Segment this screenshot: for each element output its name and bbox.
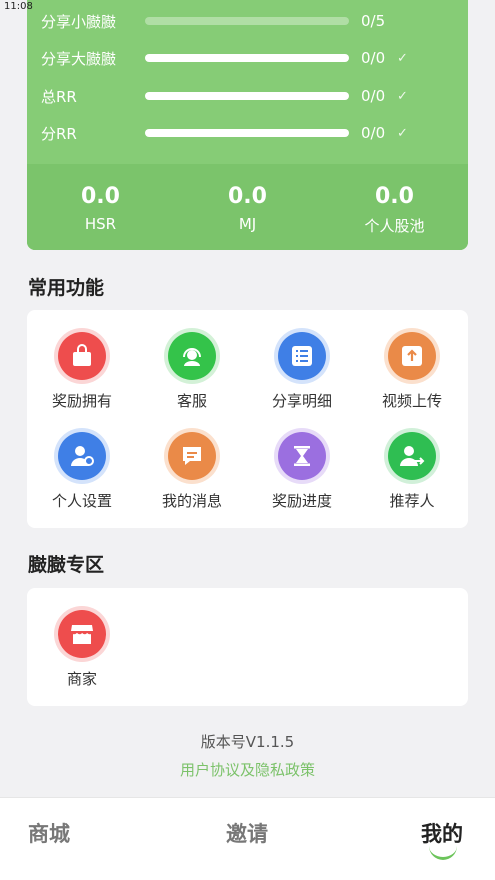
common-functions-title: 常用功能 [28,277,105,299]
stat-stock-pool[interactable]: 0.0 个人股池 [321,164,468,250]
user-settings-icon [58,432,106,480]
progress-value: 0/0 [361,124,386,142]
zone-item-merchant[interactable]: 商家 [27,610,137,689]
shop-icon [58,610,106,658]
bag-icon [58,332,106,380]
function-reward-owned[interactable]: 奖励拥有 [27,332,137,411]
progress-bar [145,17,349,25]
zone-title: 臌臌专区 [28,554,105,576]
referrer-icon [388,432,436,480]
progress-row: 分享大臌臌 0/0 ✓ [41,46,454,70]
function-label: 奖励进度 [271,492,332,510]
zone-item-label: 商家 [66,670,97,688]
version-label: 版本号V1.1.5 [200,733,295,751]
function-my-messages[interactable]: 我的消息 [137,432,247,511]
function-share-detail[interactable]: 分享明细 [247,332,357,411]
progress-value: 0/0 [361,49,386,67]
check-icon: ✓ [397,125,408,141]
progress-row: 总RR 0/0 ✓ [41,84,454,108]
tab-mine[interactable]: 我的 [421,818,463,848]
progress-value: 0/0 [361,87,386,105]
check-icon: ✓ [397,88,408,104]
zone-panel: 商家 [27,588,468,706]
function-customer-service[interactable]: 客服 [137,332,247,411]
common-functions-panel: 奖励拥有 客服 分享明细 视频上传 个人设置 我的消息 奖励进度 推荐人 [27,310,468,528]
stats-bar: 0.0 HSR 0.0 MJ 0.0 个人股池 [27,164,468,250]
list-icon [278,332,326,380]
function-label: 客服 [176,392,207,410]
progress-label: 分享小臌臌 [41,12,117,31]
function-label: 我的消息 [161,492,222,510]
progress-label: 总RR [41,87,77,106]
status-bar-time: 11:08 [4,1,33,12]
progress-bar [145,92,349,100]
hourglass-icon [278,432,326,480]
stat-mj[interactable]: 0.0 MJ [174,164,321,250]
progress-label: 分RR [41,124,77,143]
function-referrer[interactable]: 推荐人 [357,432,467,511]
function-label: 视频上传 [381,392,442,410]
progress-label: 分享大臌臌 [41,49,117,68]
progress-row: 分享小臌臌 0/5 [41,9,454,33]
function-reward-progress[interactable]: 奖励进度 [247,432,357,511]
function-label: 个人设置 [51,492,112,510]
progress-bar [145,129,349,137]
headset-icon [168,332,216,380]
reward-progress-card: 分享小臌臌 0/5 分享大臌臌 0/0 ✓ 总RR 0/0 ✓ 分RR 0/0 … [27,0,468,250]
tab-invite[interactable]: 邀请 [226,818,268,848]
stat-value: 0.0 [375,184,414,209]
progress-bar [145,54,349,62]
function-label: 奖励拥有 [51,392,112,410]
function-personal-settings[interactable]: 个人设置 [27,432,137,511]
stat-value: 0.0 [228,184,267,209]
check-icon: ✓ [397,50,408,66]
stat-label: MJ [238,215,257,233]
stat-value: 0.0 [81,184,120,209]
message-icon [168,432,216,480]
function-label: 推荐人 [389,492,435,510]
privacy-policy-link[interactable]: 用户协议及隐私政策 [0,759,495,780]
bottom-tab-bar: 商城 邀请 我的 [0,797,495,880]
progress-row: 分RR 0/0 ✓ [41,121,454,145]
stat-label: 个人股池 [364,217,425,235]
function-label: 分享明细 [271,392,332,410]
tab-mall[interactable]: 商城 [28,818,70,848]
function-video-upload[interactable]: 视频上传 [357,332,467,411]
upload-icon [388,332,436,380]
progress-value: 0/5 [361,12,386,30]
stat-hsr[interactable]: 0.0 HSR [27,164,174,250]
stat-label: HSR [84,215,117,233]
